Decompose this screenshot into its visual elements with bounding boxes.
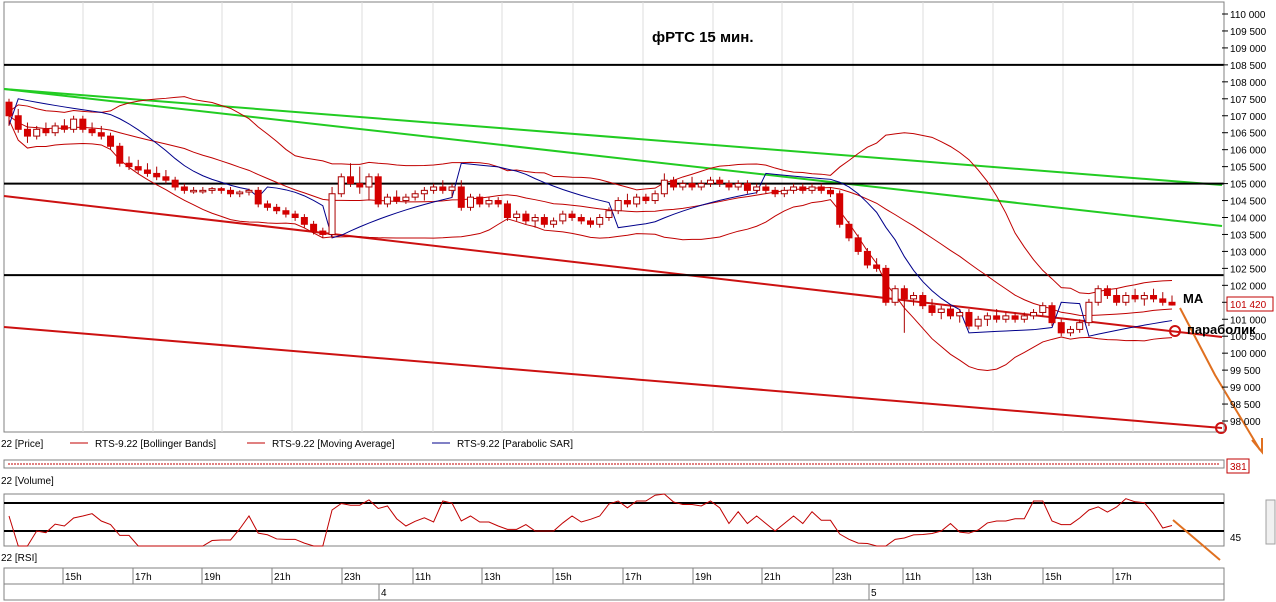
candle [854,234,862,255]
chart-title: фРТС 15 мин. [652,29,754,46]
candle [503,200,511,221]
time-tick-label: 17h [1115,572,1132,583]
candle [337,173,345,198]
legend-label: 22 [Price] [1,439,43,450]
price-tick-label: 109 500 [1230,27,1267,38]
candle [845,220,853,242]
legend-item: RTS-9.22 [Bollinger Bands] [70,439,216,450]
price-tick-label: 106 500 [1230,129,1267,140]
price-tick-label: 108 000 [1230,78,1267,89]
price-tick-label: 108 500 [1230,61,1267,72]
time-tick-label: 23h [835,572,852,583]
chart-window: 110 000 109 500 109 000 108 500 108 000 107 5… [1,1,1276,601]
price-tick-label: 103 000 [1230,247,1267,258]
time-tick-label: 17h [625,572,642,583]
price-tick-label: 106 000 [1230,146,1267,157]
time-axis: 15h 17h 19h 21h 23h 11h 13h 15h 17h 19h 21h 23h 11h 1… [3,567,1225,601]
rsi-pane-frame [3,493,1225,547]
day-label: 5 [871,588,877,599]
price-tick-label: 99 500 [1230,366,1261,377]
rsi-scroll[interactable] [1265,499,1276,545]
price-tick-label: 100 000 [1230,349,1267,360]
price-tick-label: 103 500 [1230,230,1267,241]
candle [1048,302,1056,327]
annotation-ma: MA [1183,291,1204,306]
time-tick-label: 11h [905,572,921,583]
candle [254,186,262,208]
price-tick-label: 104 000 [1230,214,1267,225]
time-tick-label: 13h [975,572,992,583]
time-tick-label: 15h [65,572,82,583]
time-tick-label: 17h [135,572,152,583]
price-tick-label: 98 000 [1230,417,1261,428]
day-label: 4 [381,588,387,599]
current-price-tag: 101 420 [1226,296,1274,312]
volume-label: 22 [Volume] [1,476,54,487]
price-tick-label: 102 500 [1230,264,1267,275]
annotation-parabolic: параболик [1187,322,1256,337]
time-tick-label: 21h [274,572,291,583]
price-tick-label: 107 000 [1230,112,1267,123]
candle [965,309,973,330]
rsi-tick-label: 45 [1230,533,1242,544]
candle [836,190,844,228]
time-tick-label: 19h [204,572,221,583]
time-tick-label: 21h [764,572,781,583]
price-tick-label: 107 500 [1230,95,1267,106]
time-tick-label: 13h [484,572,501,583]
time-tick-label: 15h [1045,572,1062,583]
candle [328,186,336,238]
scroll-badge: 381 [1230,462,1247,473]
price-axis: 110 000 109 500 109 000 108 500 108 000 107 5… [1222,2,1267,432]
price-tick-label: 105 500 [1230,163,1267,174]
price-tick-label: 109 000 [1230,44,1267,55]
rsi-label: 22 [RSI] [1,553,37,564]
price-tick-label: 110 000 [1230,10,1266,21]
legend-item: 22 [Price] [1,439,43,450]
legend: 22 [Price] RTS-9.22 [Bollinger Bands] RTS-… [1,439,573,450]
price-tick-label: 104 500 [1230,197,1267,208]
time-tick-label: 19h [695,572,712,583]
current-price-label: 101 420 [1230,300,1267,311]
candle [1085,298,1093,327]
price-tick-label: 98 500 [1230,400,1261,411]
price-tick-label: 102 000 [1230,281,1267,292]
time-tick-label: 23h [344,572,361,583]
candle [374,173,382,208]
price-tick-label: 105 000 [1230,180,1267,191]
legend-item: RTS-9.22 [Moving Average] [247,439,395,450]
legend-item: RTS-9.22 [Parabolic SAR] [432,439,573,450]
candle [891,285,899,306]
legend-label: RTS-9.22 [Moving Average] [272,439,395,450]
price-tick-label: 99 000 [1230,383,1261,394]
candle [1094,285,1102,306]
time-tick-label: 11h [415,572,431,583]
legend-label: RTS-9.22 [Parabolic SAR] [457,439,573,450]
candle [863,248,871,269]
legend-label: RTS-9.22 [Bollinger Bands] [95,439,216,450]
time-tick-label: 15h [555,572,572,583]
candle [882,264,890,306]
candle [116,142,124,167]
